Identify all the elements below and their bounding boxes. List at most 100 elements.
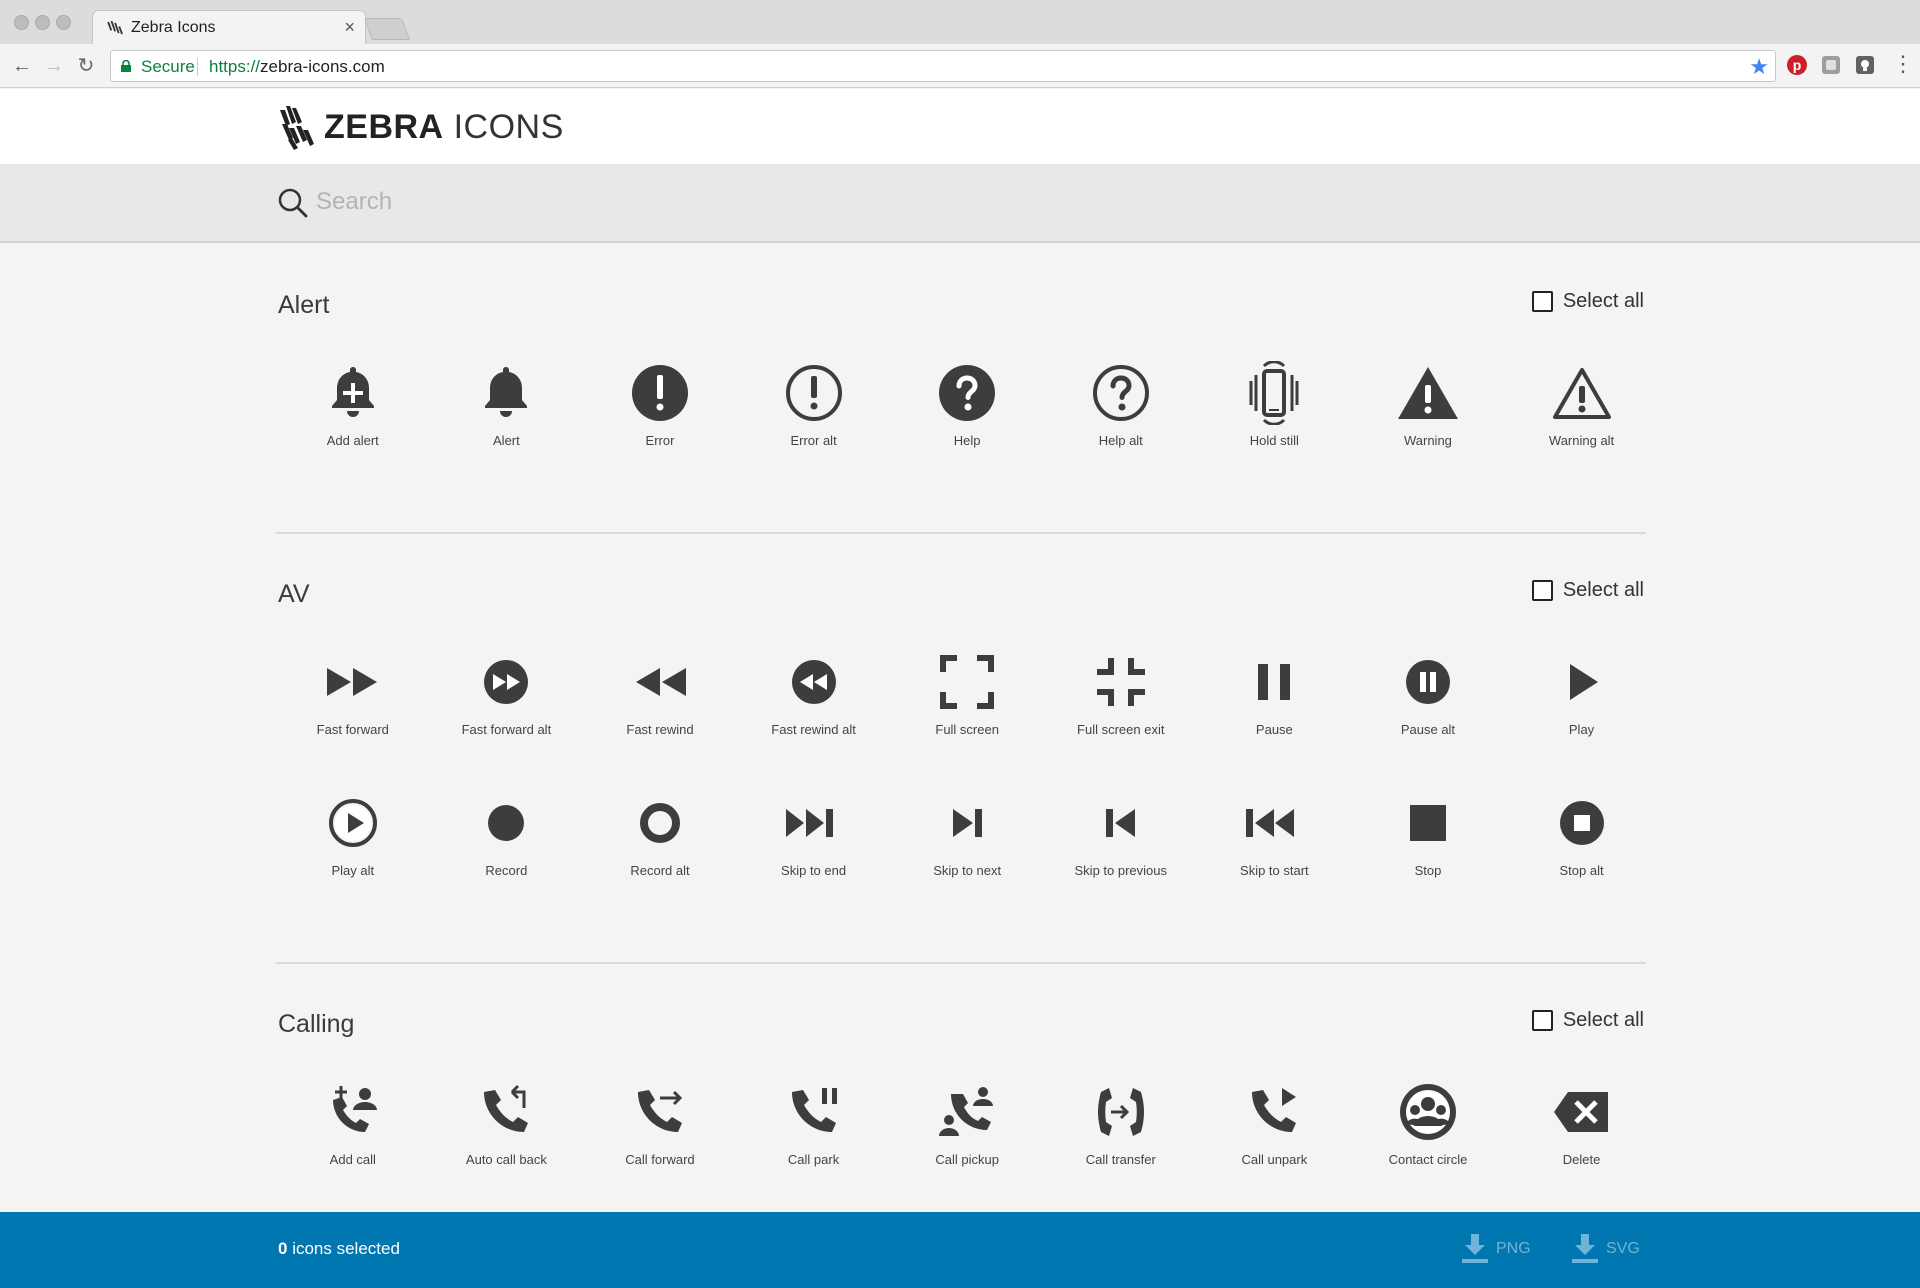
icon-tile-add-call[interactable]: Add call [276,1054,430,1195]
icon-tile-delete[interactable]: Delete [1505,1054,1659,1195]
icon-tile-contact-circle[interactable]: Contact circle [1351,1054,1505,1195]
maximize-window-button[interactable] [56,15,71,30]
select-all-toggle[interactable]: Select all [1531,1009,1644,1032]
icon-tile-stop[interactable]: Stop [1351,765,1505,906]
browser-menu-icon[interactable]: ⋮ [1892,52,1914,76]
icon-label: Full screen [935,722,999,737]
lock-icon [121,60,131,72]
icon-tile-skip-to-next[interactable]: Skip to next [890,765,1044,906]
address-bar[interactable]: Secure https://zebra-icons.com ★ [110,50,1776,82]
icon-tile-error-alt[interactable]: Error alt [737,335,891,476]
icon-tile-call-unpark[interactable]: Call unpark [1198,1054,1352,1195]
icon-tile-record[interactable]: Record [430,765,584,906]
icon-label: Stop [1414,863,1442,878]
forward-arrow-icon[interactable]: → [42,54,66,78]
icon-label: Error [645,433,675,448]
icon-tile-call-forward[interactable]: Call forward [583,1054,737,1195]
icon-tile-full-screen[interactable]: Full screen [890,624,1044,765]
icon-label: Auto call back [465,1152,547,1167]
icon-tile-hold-still[interactable]: Hold still [1198,335,1352,476]
back-arrow-icon[interactable]: ← [10,54,34,78]
select-all-checkbox[interactable] [1531,1010,1553,1031]
icon-tile-call-park[interactable]: Call park [737,1054,891,1195]
icon-tile-record-alt[interactable]: Record alt [583,765,737,906]
icon-grid: Fast forward Fast forward alt Fast rewin… [276,624,1646,906]
icon-tile-full-screen-exit[interactable]: Full screen exit [1044,624,1198,765]
icon-tile-error[interactable]: Error [583,335,737,476]
browser-chrome: Zebra Icons × ← → ↻ Secure https://zebra… [0,0,1920,88]
icon-tile-pause-alt[interactable]: Pause alt [1351,624,1505,765]
icon-tile-add-alert[interactable]: Add alert [276,335,430,476]
select-all-checkbox[interactable] [1531,580,1553,601]
icon-tile-play[interactable]: Play [1505,624,1659,765]
icon-grid: Add call Auto call back Call forward Cal… [276,1054,1646,1195]
tab-title: Zebra Icons [131,19,216,36]
icon-tile-auto-call-back[interactable]: Auto call back [430,1054,584,1195]
pinterest-extension-icon[interactable]: p [1786,54,1808,76]
icon-tile-help-alt[interactable]: Help alt [1044,335,1198,476]
icon-tile-fast-rewind[interactable]: Fast rewind [583,624,737,765]
icon-tile-skip-to-end[interactable]: Skip to end [737,765,891,906]
icon-tile-skip-to-start[interactable]: Skip to start [1198,765,1352,906]
close-window-button[interactable] [14,15,29,30]
icon-tile-help[interactable]: Help [890,335,1044,476]
icon-tile-call-transfer[interactable]: Call transfer [1044,1054,1198,1195]
section-title: Calling [278,1010,355,1038]
icon-label: Call pickup [935,1152,999,1167]
stop-alt-icon [1559,801,1604,845]
icon-label: Fast rewind alt [771,722,856,737]
icon-label: Help [953,433,981,448]
icon-tile-stop-alt[interactable]: Stop alt [1505,765,1659,906]
icon-tile-fast-rewind-alt[interactable]: Fast rewind alt [737,624,891,765]
contact-circle-icon [1399,1084,1456,1140]
extension-icon[interactable] [1820,54,1842,76]
icon-label: Stop alt [1559,863,1604,878]
url-text[interactable]: https://zebra-icons.com [209,57,385,77]
url-host: zebra-icons.com [260,57,385,76]
search-input[interactable] [316,182,1116,222]
zebra-head-icon [280,106,314,150]
icon-tile-alert[interactable]: Alert [430,335,584,476]
browser-tab[interactable]: Zebra Icons × [92,10,366,45]
download-svg-button[interactable]: SVG [1572,1234,1640,1264]
bookmark-star-icon[interactable]: ★ [1749,54,1769,80]
error-icon [631,365,688,421]
download-png-button[interactable]: PNG [1462,1234,1531,1264]
icon-label: Pause [1255,722,1293,737]
tab-close-icon[interactable]: × [344,17,355,38]
reload-icon[interactable]: ↻ [74,54,98,78]
icon-tile-call-pickup[interactable]: Call pickup [890,1054,1044,1195]
call-transfer-icon [1097,1088,1144,1136]
icon-label: Hold still [1249,433,1299,448]
zebra-favicon-icon [107,20,123,35]
icon-tile-pause[interactable]: Pause [1198,624,1352,765]
download-icon [1572,1234,1598,1263]
icon-label: Pause alt [1400,722,1456,737]
selected-count-text: 0 icons selected [278,1239,400,1259]
icon-label: Play alt [331,863,375,878]
select-all-toggle[interactable]: Select all [1531,579,1644,602]
icon-tile-warning-alt[interactable]: Warning alt [1505,335,1659,476]
icon-tile-warning[interactable]: Warning [1351,335,1505,476]
skip-to-start-icon [1246,809,1295,837]
logo-light-text: ICONS [453,107,564,146]
delete-icon [1553,1092,1608,1132]
icon-label: Warning [1403,433,1452,448]
zebra-icons-logo[interactable]: ZEBRA ICONS [276,101,564,153]
site-header: ZEBRA ICONS [0,89,1920,164]
icon-tile-fast-forward-alt[interactable]: Fast forward alt [430,624,584,765]
logo-text: ZEBRA ICONS [324,108,564,147]
call-pickup-icon [939,1087,994,1136]
section-av: AV Select all Fast forward Fast forward … [276,534,1646,964]
fast-rewind-alt-icon [791,660,836,704]
lightbulb-extension-icon[interactable] [1854,54,1876,76]
icon-tile-skip-to-previous[interactable]: Skip to previous [1044,765,1198,906]
icon-tile-fast-forward[interactable]: Fast forward [276,624,430,765]
full-screen-exit-icon [1096,658,1145,706]
new-tab-button[interactable] [363,18,411,40]
icon-tile-play-alt[interactable]: Play alt [276,765,430,906]
icon-label: Alert [493,433,520,448]
select-all-toggle[interactable]: Select all [1531,290,1644,313]
select-all-checkbox[interactable] [1531,291,1553,312]
minimize-window-button[interactable] [35,15,50,30]
